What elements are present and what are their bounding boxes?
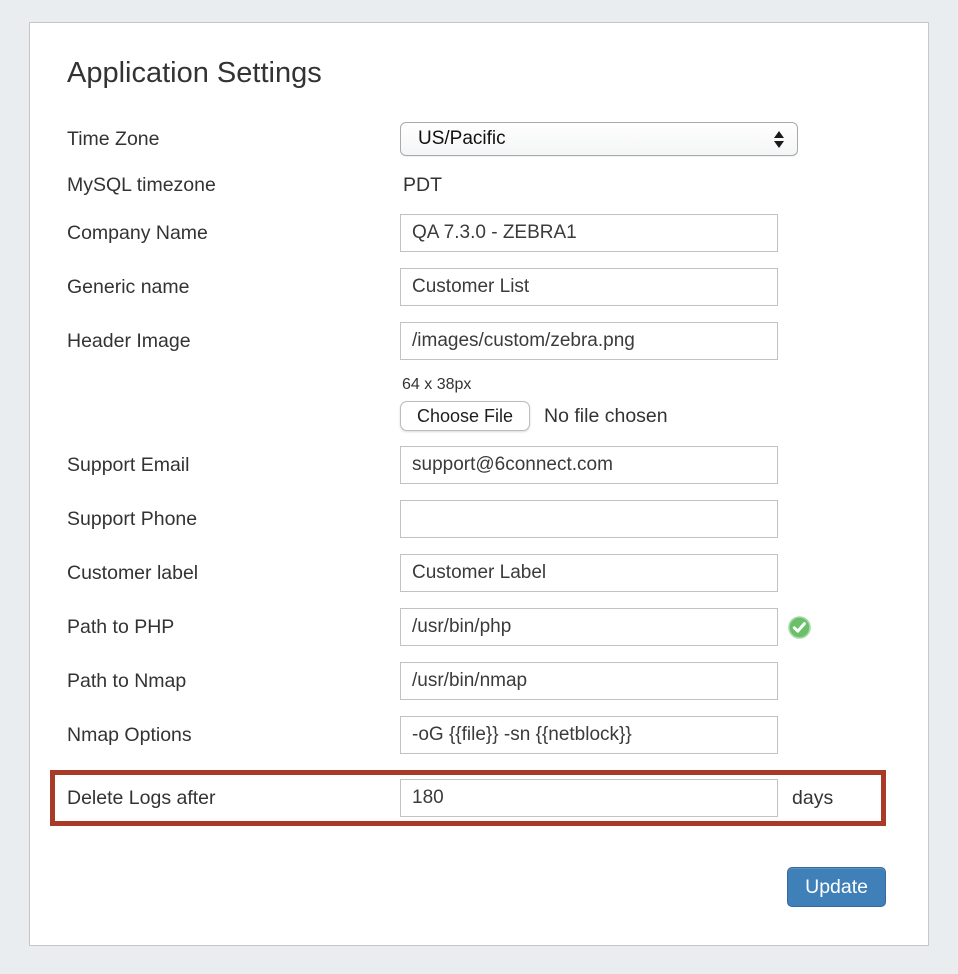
field-row-support-phone: Support Phone [67,500,886,538]
field-row-header-image: Header Image [67,322,886,360]
delete-logs-highlight-box: Delete Logs after days [50,770,886,826]
company-name-input[interactable] [400,214,778,252]
header-image-input[interactable] [400,322,778,360]
field-row-path-php: Path to PHP [67,608,886,646]
time-zone-select[interactable]: US/Pacific [400,122,798,156]
time-zone-label: Time Zone [67,128,400,151]
support-phone-input[interactable] [400,500,778,538]
customer-label-input[interactable] [400,554,778,592]
nmap-options-input[interactable] [400,716,778,754]
path-nmap-input[interactable] [400,662,778,700]
path-php-label: Path to PHP [67,616,400,639]
field-row-company-name: Company Name [67,214,886,252]
field-row-path-nmap: Path to Nmap [67,662,886,700]
generic-name-label: Generic name [67,276,400,299]
update-button[interactable]: Update [787,867,886,907]
time-zone-selected-value: US/Pacific [418,128,506,150]
mysql-timezone-value: PDT [400,174,442,197]
field-row-nmap-options: Nmap Options [67,716,886,754]
delete-logs-unit: days [792,787,833,810]
header-image-label: Header Image [67,330,400,353]
header-image-file-control: Choose File No file chosen [400,401,886,431]
file-chosen-status: No file chosen [544,405,668,428]
support-email-label: Support Email [67,454,400,477]
delete-logs-input[interactable] [400,779,778,817]
customer-label-label: Customer label [67,562,400,585]
check-circle-icon [788,616,811,639]
field-row-mysql-timezone: MySQL timezone PDT [67,171,886,199]
path-nmap-label: Path to Nmap [67,670,400,693]
form-actions: Update [67,867,886,907]
field-row-customer-label: Customer label [67,554,886,592]
field-row-time-zone: Time Zone US/Pacific [67,122,886,156]
header-image-size-note: 64 x 38px [402,376,886,394]
choose-file-button[interactable]: Choose File [400,401,530,431]
field-row-generic-name: Generic name [67,268,886,306]
support-phone-label: Support Phone [67,508,400,531]
company-name-label: Company Name [67,222,400,245]
path-php-input[interactable] [400,608,778,646]
nmap-options-label: Nmap Options [67,724,400,747]
mysql-timezone-label: MySQL timezone [67,174,400,197]
support-email-input[interactable] [400,446,778,484]
generic-name-input[interactable] [400,268,778,306]
select-up-down-arrows-icon [774,131,784,148]
field-row-support-email: Support Email [67,446,886,484]
delete-logs-label: Delete Logs after [67,787,400,810]
application-settings-card: Application Settings Time Zone US/Pacifi… [29,22,929,946]
page-title: Application Settings [67,57,886,90]
